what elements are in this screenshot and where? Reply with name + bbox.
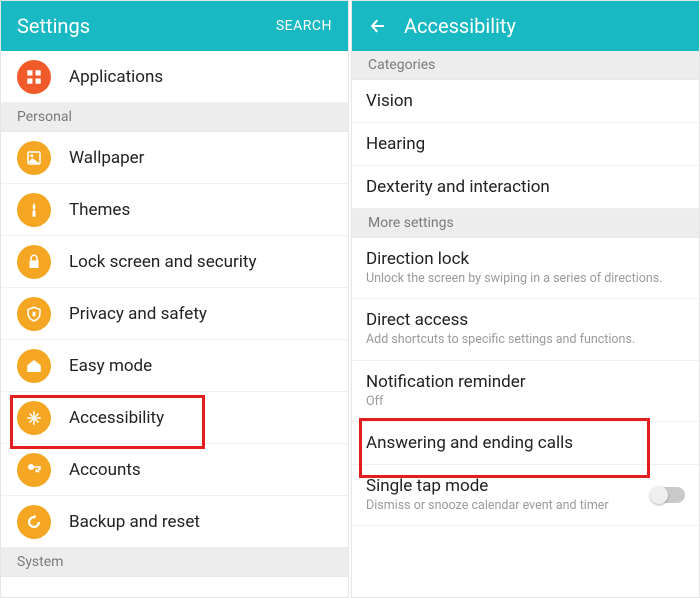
more-item-notification-reminder[interactable]: Notification reminder Off (352, 361, 699, 422)
category-label: Hearing (366, 134, 685, 154)
accessibility-title: Accessibility (404, 14, 683, 38)
more-item-label: Single tap mode (366, 476, 643, 496)
more-item-direction-lock[interactable]: Direction lock Unlock the screen by swip… (352, 238, 699, 299)
section-header-system: System (1, 548, 348, 577)
more-item-single-tap[interactable]: Single tap mode Dismiss or snooze calend… (352, 465, 699, 526)
settings-item-label: Wallpaper (69, 148, 144, 168)
settings-item-label: Privacy and safety (69, 304, 207, 324)
settings-title: Settings (17, 14, 276, 38)
settings-item-label: Backup and reset (69, 512, 200, 532)
easy-mode-icon (17, 349, 51, 383)
settings-item-label: Accounts (69, 460, 141, 480)
themes-icon (17, 193, 51, 227)
wallpaper-icon (17, 141, 51, 175)
category-item-dexterity[interactable]: Dexterity and interaction (352, 166, 699, 209)
more-item-answering-calls[interactable]: Answering and ending calls (352, 422, 699, 465)
section-header-personal: Personal (1, 103, 348, 132)
more-item-label: Direction lock (366, 249, 685, 269)
settings-item-privacy[interactable]: Privacy and safety (1, 288, 348, 340)
more-item-label: Answering and ending calls (366, 433, 685, 453)
backup-icon (17, 505, 51, 539)
applications-icon (17, 60, 51, 94)
settings-item-label: Easy mode (69, 356, 152, 376)
single-tap-toggle[interactable] (651, 487, 685, 503)
settings-list: Applications Personal Wallpaper Themes L… (1, 51, 348, 597)
settings-item-easy-mode[interactable]: Easy mode (1, 340, 348, 392)
settings-item-label: Accessibility (69, 408, 164, 428)
more-item-sub: Dismiss or snooze calendar event and tim… (366, 498, 643, 514)
more-item-label: Notification reminder (366, 372, 685, 392)
accessibility-panel: Accessibility Categories Vision Hearing … (351, 0, 700, 598)
settings-item-accounts[interactable]: Accounts (1, 444, 348, 496)
privacy-icon (17, 297, 51, 331)
settings-item-applications[interactable]: Applications (1, 51, 348, 103)
category-item-hearing[interactable]: Hearing (352, 123, 699, 166)
settings-item-label: Themes (69, 200, 130, 220)
settings-panel: Settings SEARCH Applications Personal Wa… (0, 0, 349, 598)
settings-item-label: Lock screen and security (69, 252, 257, 272)
more-item-sub: Add shortcuts to specific settings and f… (366, 332, 685, 348)
category-label: Vision (366, 91, 685, 111)
settings-item-accessibility[interactable]: Accessibility (1, 392, 348, 444)
accessibility-appbar: Accessibility (352, 1, 699, 51)
more-item-direct-access[interactable]: Direct access Add shortcuts to specific … (352, 299, 699, 360)
settings-item-label: Applications (69, 67, 163, 87)
back-button[interactable] (368, 16, 388, 36)
settings-item-backup[interactable]: Backup and reset (1, 496, 348, 548)
search-action[interactable]: SEARCH (276, 18, 332, 34)
settings-item-lock-screen[interactable]: Lock screen and security (1, 236, 348, 288)
more-item-sub: Unlock the screen by swiping in a series… (366, 271, 685, 287)
category-label: Dexterity and interaction (366, 177, 685, 197)
settings-appbar: Settings SEARCH (1, 1, 348, 51)
section-header-categories: Categories (352, 51, 699, 80)
settings-item-themes[interactable]: Themes (1, 184, 348, 236)
category-item-vision[interactable]: Vision (352, 80, 699, 123)
section-header-more: More settings (352, 209, 699, 238)
accessibility-icon (17, 401, 51, 435)
settings-item-wallpaper[interactable]: Wallpaper (1, 132, 348, 184)
accounts-icon (17, 453, 51, 487)
more-item-label: Direct access (366, 310, 685, 330)
lock-icon (17, 245, 51, 279)
more-item-sub: Off (366, 394, 685, 410)
